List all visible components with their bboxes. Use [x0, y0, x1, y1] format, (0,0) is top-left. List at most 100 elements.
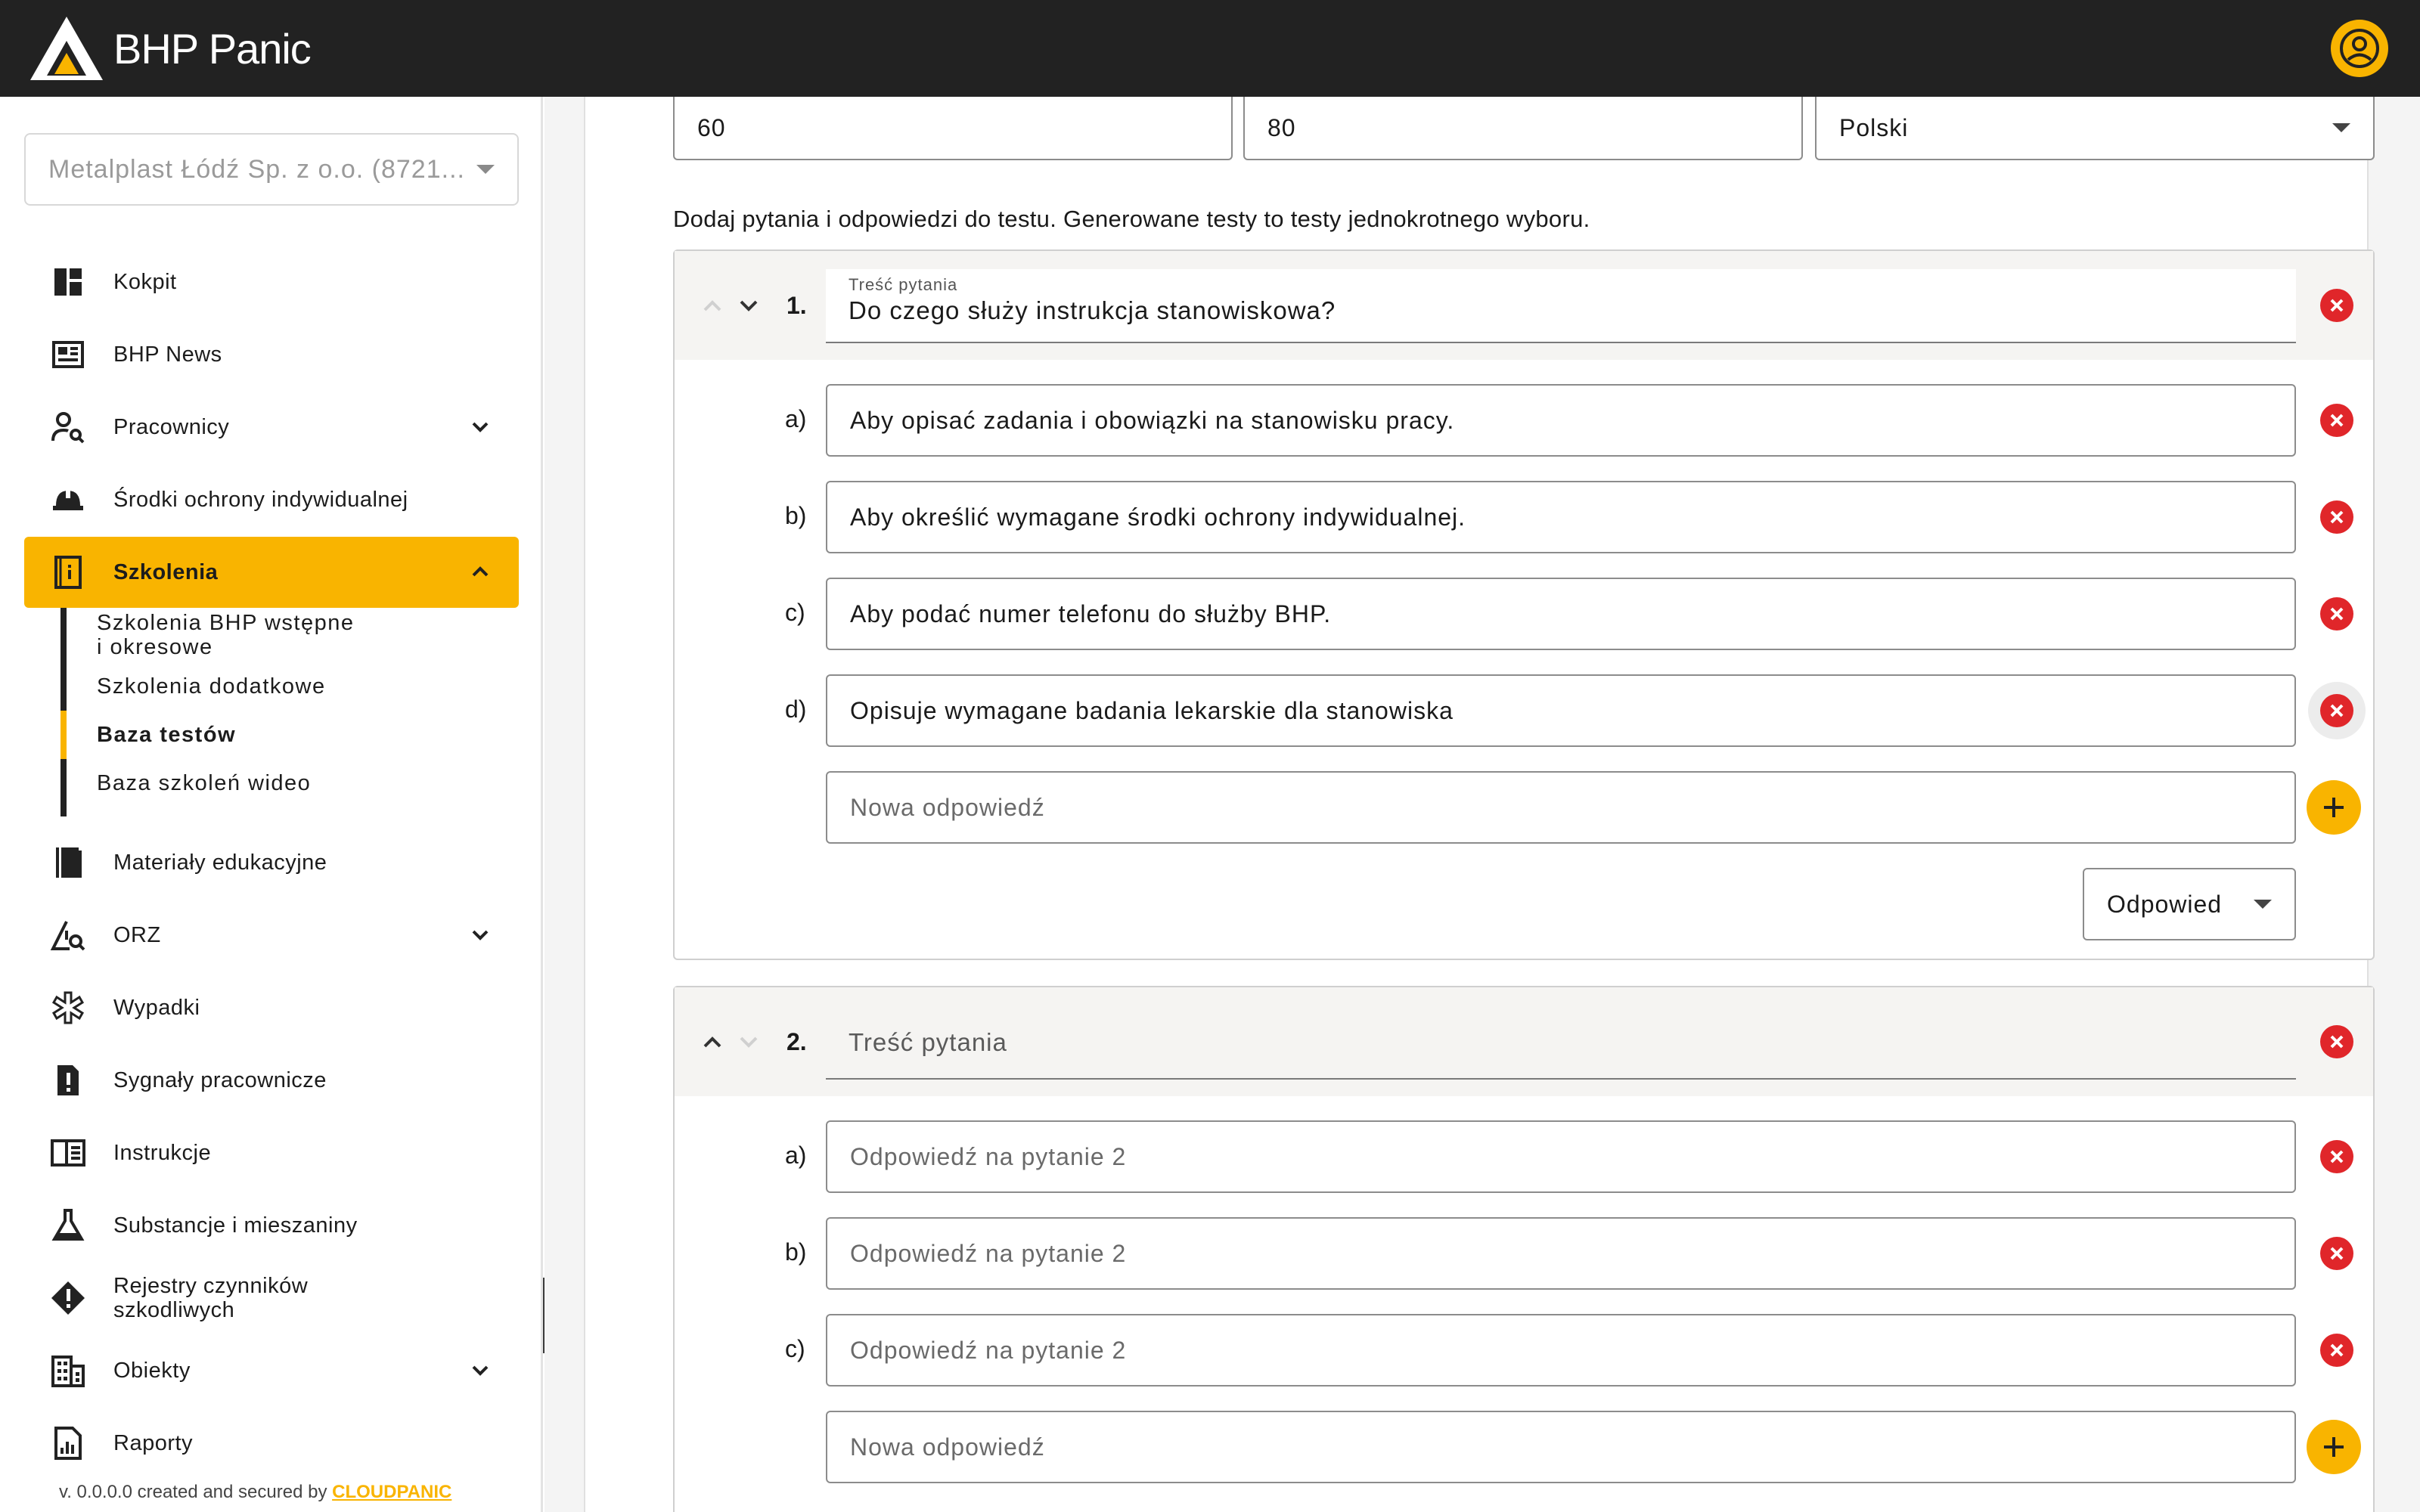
sidebar-subitem-bhp[interactable]: Szkolenia BHP wstępne i okresowe — [60, 608, 484, 662]
question-card-2: 2. Treść pytania a) Odpowiedź na pytanie… — [673, 986, 2375, 1512]
delete-question-button[interactable] — [2320, 289, 2353, 322]
dashboard-icon — [50, 264, 86, 300]
user-account-button[interactable] — [2331, 20, 2388, 77]
close-icon — [2330, 510, 2344, 524]
instruction-icon — [50, 1135, 86, 1171]
caret-down-icon — [2332, 123, 2350, 132]
logo-icon — [30, 17, 103, 80]
add-answer-button[interactable] — [2307, 1420, 2361, 1474]
cloudpanic-link[interactable]: CLOUDPANIC — [332, 1482, 451, 1502]
warning-diamond-icon — [50, 1280, 86, 1316]
sidebar-item-substancje[interactable]: Substancje i mieszaniny — [24, 1190, 519, 1261]
number-field-1[interactable]: 60 — [673, 97, 1233, 160]
close-icon — [2330, 1035, 2344, 1049]
sidebar-item-materialy[interactable]: Materiały edukacyjne — [24, 827, 519, 898]
chevron-down-icon — [472, 422, 489, 432]
answer-field-c[interactable]: Odpowiedź na pytanie 2 — [826, 1314, 2296, 1387]
chevron-down-icon — [472, 1365, 489, 1376]
close-icon — [2330, 414, 2344, 427]
delete-answer-button[interactable] — [2320, 1140, 2353, 1173]
answer-label: d) — [785, 696, 807, 723]
language-select[interactable]: Polski — [1815, 97, 2375, 160]
user-circle-icon — [2340, 29, 2379, 68]
sidebar-item-news[interactable]: BHP News — [24, 319, 519, 390]
answer-field-c[interactable]: Aby podać numer telefonu do służby BHP. — [826, 578, 2296, 650]
move-up-icon — [703, 300, 721, 311]
close-icon — [2330, 1247, 2344, 1260]
answer-label: b) — [785, 502, 807, 529]
delete-answer-button[interactable] — [2320, 404, 2353, 437]
delete-answer-button[interactable] — [2320, 597, 2353, 631]
close-icon — [2330, 1150, 2344, 1163]
caret-down-icon — [476, 165, 495, 174]
version-footer: v. 0.0.0.0 created and secured by CLOUDP… — [59, 1482, 452, 1502]
test-hint-text: Dodaj pytania i odpowiedzi do testu. Gen… — [673, 206, 1590, 232]
report-icon — [50, 1425, 86, 1461]
top-bar: BHP Panic — [0, 0, 2420, 97]
answer-field-a[interactable]: Odpowiedź na pytanie 2 — [826, 1120, 2296, 1193]
sidebar-item-szkolenia[interactable]: Szkolenia — [24, 537, 519, 608]
sidebar: Metalplast Łódź Sp. z o.o. (8721... Kokp… — [0, 97, 543, 1512]
sidebar-item-wypadki[interactable]: Wypadki — [24, 972, 519, 1043]
answer-field-a[interactable]: Aby opisać zadania i obowiązki na stanow… — [826, 384, 2296, 457]
sidebar-item-raporty[interactable]: Raporty — [24, 1408, 519, 1479]
alert-report-icon — [50, 1062, 86, 1098]
answer-field-d[interactable]: Opisuje wymagane badania lekarskie dla s… — [826, 674, 2296, 747]
delete-question-button[interactable] — [2320, 1025, 2353, 1058]
move-down-icon[interactable] — [735, 292, 762, 319]
answer-label: b) — [785, 1238, 807, 1266]
sidebar-item-orz[interactable]: ORZ — [24, 900, 519, 971]
app-logo[interactable]: BHP Panic — [29, 15, 312, 82]
chevron-down-icon — [472, 930, 489, 940]
answer-label: c) — [785, 1335, 805, 1362]
sidebar-item-sygnaly[interactable]: Sygnały pracownicze — [24, 1045, 519, 1116]
move-up-icon[interactable] — [699, 1028, 726, 1055]
close-icon — [2330, 1343, 2344, 1357]
training-book-icon — [50, 554, 86, 590]
plus-icon — [2324, 798, 2344, 817]
chevron-up-icon — [472, 566, 489, 577]
sidebar-subitem-wideo[interactable]: Baza szkoleń wideo — [60, 759, 484, 807]
medical-star-icon — [50, 990, 86, 1026]
delete-answer-button[interactable] — [2320, 1237, 2353, 1270]
helmet-icon — [50, 482, 86, 518]
question-text-field[interactable]: Treść pytania Do czego służy instrukcja … — [826, 269, 2296, 343]
close-icon — [2330, 607, 2344, 621]
correct-answer-select[interactable]: Odpowied — [2083, 868, 2296, 940]
person-search-icon — [50, 409, 86, 445]
delete-answer-button[interactable] — [2320, 1334, 2353, 1367]
question-text-field[interactable]: Treść pytania — [826, 1005, 2296, 1080]
test-editor-panel: 60 80 Polski Dodaj pytania i odpowiedzi … — [584, 97, 2375, 1512]
main-content: 60 80 Polski Dodaj pytania i odpowiedzi … — [544, 97, 2420, 1512]
new-answer-input[interactable]: Nowa odpowiedź — [826, 1411, 2296, 1483]
answer-field-b[interactable]: Odpowiedź na pytanie 2 — [826, 1217, 2296, 1290]
question-number: 1. — [786, 292, 807, 319]
company-select[interactable]: Metalplast Łódź Sp. z o.o. (8721... — [24, 133, 519, 206]
close-icon — [2330, 704, 2344, 717]
plus-icon — [2324, 1437, 2344, 1457]
close-icon — [2330, 299, 2344, 312]
answer-label: a) — [785, 405, 807, 432]
sidebar-item-obiekty[interactable]: Obiekty — [24, 1335, 519, 1406]
answer-field-b[interactable]: Aby określić wymagane środki ochrony ind… — [826, 481, 2296, 553]
delete-answer-button[interactable] — [2320, 694, 2353, 727]
sidebar-subitem-dodatkowe[interactable]: Szkolenia dodatkowe — [60, 662, 484, 711]
risk-search-icon — [50, 917, 86, 953]
submenu-line-end — [60, 807, 67, 816]
sidebar-item-rejestry[interactable]: Rejestry czynników szkodliwych — [24, 1263, 519, 1334]
building-icon — [50, 1352, 86, 1389]
number-field-2[interactable]: 80 — [1243, 97, 1803, 160]
delete-answer-button[interactable] — [2320, 500, 2353, 534]
sidebar-item-pracownicy[interactable]: Pracownicy — [24, 392, 519, 463]
sidebar-item-instrukcje[interactable]: Instrukcje — [24, 1117, 519, 1188]
newspaper-icon — [50, 336, 86, 373]
sidebar-subitem-testy[interactable]: Baza testów — [60, 711, 484, 759]
sidebar-item-srodki[interactable]: Środki ochrony indywidualnej — [24, 464, 519, 535]
new-answer-input[interactable]: Nowa odpowiedź — [826, 771, 2296, 844]
flask-icon — [50, 1207, 86, 1244]
book-icon — [50, 844, 86, 881]
answer-label: a) — [785, 1142, 807, 1169]
sidebar-item-kokpit[interactable]: Kokpit — [24, 246, 519, 318]
add-answer-button[interactable] — [2307, 780, 2361, 835]
caret-down-icon — [2254, 900, 2272, 909]
